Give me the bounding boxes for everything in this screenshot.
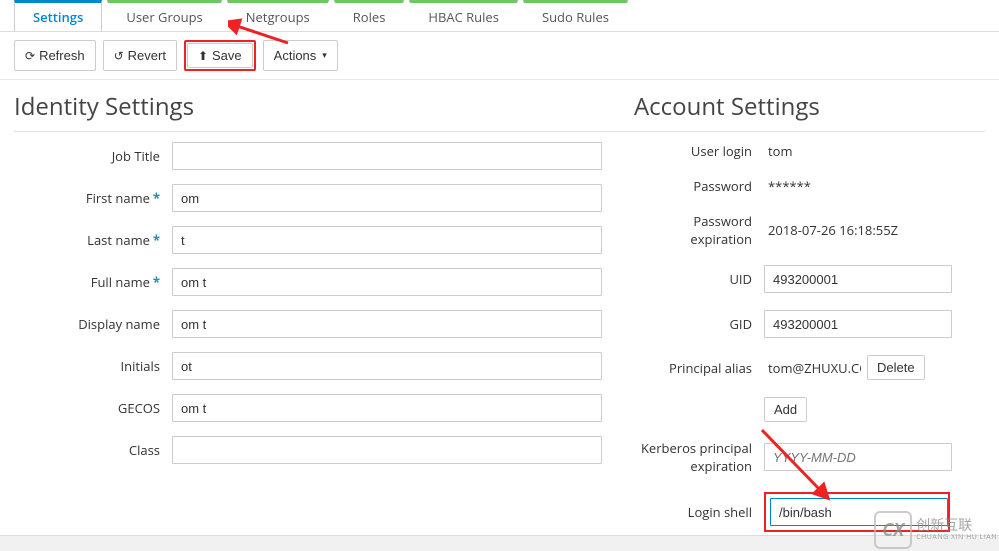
label-gecos: GECOS [14, 399, 172, 417]
label-job-title: Job Title [14, 147, 172, 165]
account-title: Account Settings [634, 90, 985, 132]
label-uid: UID [634, 270, 764, 288]
value-password: ****** [764, 177, 811, 195]
label-last-name: Last name* [14, 231, 172, 249]
label-class: Class [14, 441, 172, 459]
login-shell-highlight-box [764, 492, 950, 532]
tab-sudo-rules[interactable]: Sudo Rules [523, 0, 628, 31]
input-login-shell[interactable] [770, 498, 948, 526]
account-section: Account Settings User login tom Password… [634, 90, 985, 549]
tab-roles[interactable]: Roles [334, 0, 405, 31]
input-kerberos-exp[interactable] [764, 443, 952, 471]
identity-section: Identity Settings Job Title First name* … [14, 90, 634, 549]
add-alias-button[interactable]: Add [764, 397, 807, 422]
save-button[interactable]: ⬆ Save [187, 43, 253, 68]
toolbar: ⟳ Refresh ↺ Revert ⬆ Save Actions ▾ [0, 32, 999, 80]
delete-alias-button[interactable]: Delete [867, 355, 925, 380]
refresh-button[interactable]: ⟳ Refresh [14, 40, 96, 71]
upload-icon: ⬆ [198, 50, 208, 62]
input-class[interactable] [172, 436, 602, 464]
tab-bar: Settings User Groups Netgroups Roles HBA… [0, 0, 999, 32]
chevron-down-icon: ▾ [322, 50, 327, 61]
input-first-name[interactable] [172, 184, 602, 212]
label-password-expiration: Password expiration [634, 212, 764, 248]
tab-user-groups[interactable]: User Groups [107, 0, 221, 31]
identity-title: Identity Settings [14, 90, 634, 132]
input-initials[interactable] [172, 352, 602, 380]
save-highlight-box: ⬆ Save [184, 40, 256, 71]
tab-netgroups[interactable]: Netgroups [227, 0, 329, 31]
save-label: Save [212, 48, 242, 63]
value-user-login: tom [764, 142, 793, 160]
label-full-name: Full name* [14, 273, 172, 291]
label-login-shell: Login shell [634, 503, 764, 521]
revert-button[interactable]: ↺ Revert [103, 40, 177, 71]
input-uid[interactable] [764, 265, 952, 293]
label-principal-alias: Principal alias [634, 359, 764, 377]
input-full-name[interactable] [172, 268, 602, 296]
input-job-title[interactable] [172, 142, 602, 170]
input-gecos[interactable] [172, 394, 602, 422]
tab-settings[interactable]: Settings [14, 0, 102, 31]
value-principal-alias: tom@ZHUXU.CO [764, 359, 861, 377]
label-user-login: User login [634, 142, 764, 160]
label-gid: GID [634, 315, 764, 333]
refresh-label: Refresh [39, 48, 85, 63]
input-gid[interactable] [764, 310, 952, 338]
refresh-icon: ⟳ [25, 50, 35, 62]
input-last-name[interactable] [172, 226, 602, 254]
actions-label: Actions [274, 48, 317, 63]
revert-icon: ↺ [114, 50, 124, 62]
label-kerberos-exp: Kerberos principal expiration [634, 439, 764, 475]
input-display-name[interactable] [172, 310, 602, 338]
revert-label: Revert [128, 48, 166, 63]
actions-dropdown[interactable]: Actions ▾ [263, 40, 338, 71]
label-display-name: Display name [14, 315, 172, 333]
label-initials: Initials [14, 357, 172, 375]
status-bar [0, 535, 999, 551]
label-first-name: First name* [14, 189, 172, 207]
label-password: Password [634, 177, 764, 195]
tab-hbac-rules[interactable]: HBAC Rules [409, 0, 518, 31]
value-password-expiration: 2018-07-26 16:18:55Z [764, 221, 898, 239]
